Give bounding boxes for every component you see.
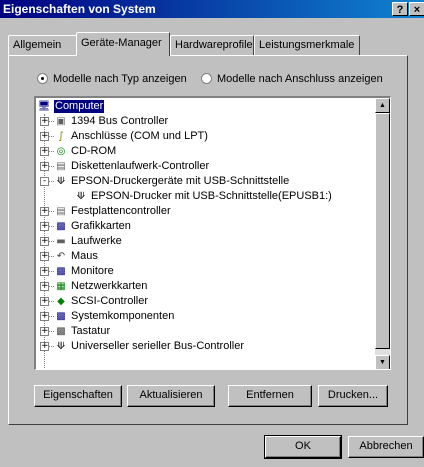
tab-allgemein[interactable]: Allgemein [8,35,78,55]
display-adapter-icon: ▩ [56,221,66,232]
tree-item-label: EPSON-Druckergeräte mit USB-Schnittstell… [71,175,290,187]
tree-root-label: Computer [54,100,105,113]
tab-leistungsmerkmale[interactable]: Leistungsmerkmale [254,35,360,55]
tree-item-label: Systemkomponenten [71,310,175,322]
monitor-icon: ▩ [56,266,66,277]
expand-icon[interactable]: + [40,132,49,141]
expand-icon[interactable]: + [40,162,49,171]
remove-button[interactable]: Entfernen [228,385,312,407]
device-tree-content: 🖥 Computer + ▣ 1394 Bus Controller + ∫ A… [36,98,377,369]
tree-item-network-cards[interactable]: + ▦ Netzwerkkarten [36,280,376,293]
cancel-button[interactable]: Abbrechen [348,436,424,458]
disk-controller-icon: ▤ [56,206,66,217]
expand-icon[interactable]: + [40,252,49,261]
tree-item-cdrom[interactable]: + ◎ CD-ROM [36,145,376,158]
tree-item-display-adapters[interactable]: + ▩ Grafikkarten [36,220,376,233]
usb-controller-icon: ⟱ [56,341,66,352]
close-button[interactable]: × [409,2,424,16]
scroll-thumb[interactable] [375,113,390,349]
bus-controller-icon: ▣ [56,116,66,127]
tree-item-epson-printer-usb[interactable]: ⟱ EPSON-Drucker mit USB-Schnittstelle(EP… [36,190,376,203]
expand-icon[interactable]: + [40,267,49,276]
expand-icon[interactable]: + [40,312,49,321]
tree-item-label: Maus [71,250,98,262]
cdrom-icon: ◎ [56,146,66,157]
tree-item-floppy-controller[interactable]: + ▤ Diskettenlaufwerk-Controller [36,160,376,173]
mouse-icon: ↶ [56,251,66,262]
expand-icon[interactable]: + [40,327,49,336]
expand-icon[interactable]: + [40,117,49,126]
tree-item-disk-controllers[interactable]: + ▤ Festplattencontroller [36,205,376,218]
title-bar[interactable]: Eigenschaften von System ? × [0,0,424,18]
ok-button[interactable]: OK [264,435,342,459]
tree-item-label: Laufwerke [71,235,122,247]
tab-hardwareprofile[interactable]: Hardwareprofile [170,35,254,55]
tree-item-usb-controller[interactable]: + ⟱ Universeller serieller Bus-Controlle… [36,340,376,353]
print-button[interactable]: Drucken... [318,385,388,407]
properties-button[interactable]: Eigenschaften [34,385,122,407]
tree-item-label: Universeller serieller Bus-Controller [71,340,244,352]
computer-icon: 🖥 [37,101,51,112]
tree-item-mouse[interactable]: + ↶ Maus [36,250,376,263]
tree-item-epson-usb-devices[interactable]: - ⟱ EPSON-Druckergeräte mit USB-Schnitts… [36,175,376,188]
tree-item-label: Festplattencontroller [71,205,171,217]
tree-item-drives[interactable]: + ▬ Laufwerke [36,235,376,248]
expand-icon[interactable]: + [40,282,49,291]
scroll-up-button[interactable]: ▲ [375,98,390,113]
device-tree[interactable]: 🖥 Computer + ▣ 1394 Bus Controller + ∫ A… [34,96,391,370]
floppy-controller-icon: ▤ [56,161,66,172]
tree-item-label: Diskettenlaufwerk-Controller [71,160,210,172]
tree-item-label: EPSON-Drucker mit USB-Schnittstelle(EPUS… [91,190,332,202]
system-icon: ▩ [56,311,66,322]
radio-by-connection-label: Modelle nach Anschluss anzeigen [217,73,383,85]
expand-icon[interactable]: + [40,207,49,216]
tab-geraete-manager[interactable]: Geräte-Manager [76,32,170,56]
help-button[interactable]: ? [392,2,408,16]
tree-item-monitors[interactable]: + ▩ Monitore [36,265,376,278]
tree-item-label: SCSI-Controller [71,295,149,307]
tree-scrollbar[interactable]: ▲ ▼ [375,98,390,369]
refresh-button[interactable]: Aktualisieren [127,385,215,407]
usb-icon: ⟱ [76,191,86,202]
tree-item-label: Netzwerkkarten [71,280,148,292]
tree-item-label: Tastatur [71,325,111,337]
radio-by-type[interactable]: Modelle nach Typ anzeigen [37,73,187,87]
tree-item-label: Monitore [71,265,114,277]
radio-by-connection[interactable]: Modelle nach Anschluss anzeigen [201,73,383,87]
tree-item-ports[interactable]: + ∫ Anschlüsse (COM und LPT) [36,130,376,143]
tree-item-label: 1394 Bus Controller [71,115,169,127]
tree-item-scsi-controller[interactable]: + ◆ SCSI-Controller [36,295,376,308]
drive-icon: ▬ [56,236,66,247]
keyboard-icon: ▩ [56,326,66,337]
radio-by-type-label: Modelle nach Typ anzeigen [53,73,187,85]
expand-icon[interactable]: + [40,342,49,351]
scsi-icon: ◆ [57,296,65,307]
tree-item-1394-bus-controller[interactable]: + ▣ 1394 Bus Controller [36,115,376,128]
tree-item-system-components[interactable]: + ▩ Systemkomponenten [36,310,376,323]
expand-icon[interactable]: + [40,147,49,156]
tree-item-label: CD-ROM [71,145,117,157]
scroll-down-button[interactable]: ▼ [375,355,390,369]
usb-icon: ⟱ [56,176,66,187]
tree-item-keyboard[interactable]: + ▩ Tastatur [36,325,376,338]
expand-icon[interactable]: + [40,222,49,231]
tree-item-label: Grafikkarten [71,220,131,232]
expand-icon[interactable]: + [40,237,49,246]
network-card-icon: ▦ [56,281,66,292]
collapse-icon[interactable]: - [40,177,49,186]
radio-by-connection-indicator[interactable] [201,73,212,84]
radio-by-type-indicator[interactable] [37,73,48,84]
window-title: Eigenschaften von System [3,2,156,16]
tree-root-computer[interactable]: 🖥 Computer [36,100,376,113]
tree-item-label: Anschlüsse (COM und LPT) [71,130,208,142]
port-icon: ∫ [58,131,64,142]
expand-icon[interactable]: + [40,297,49,306]
